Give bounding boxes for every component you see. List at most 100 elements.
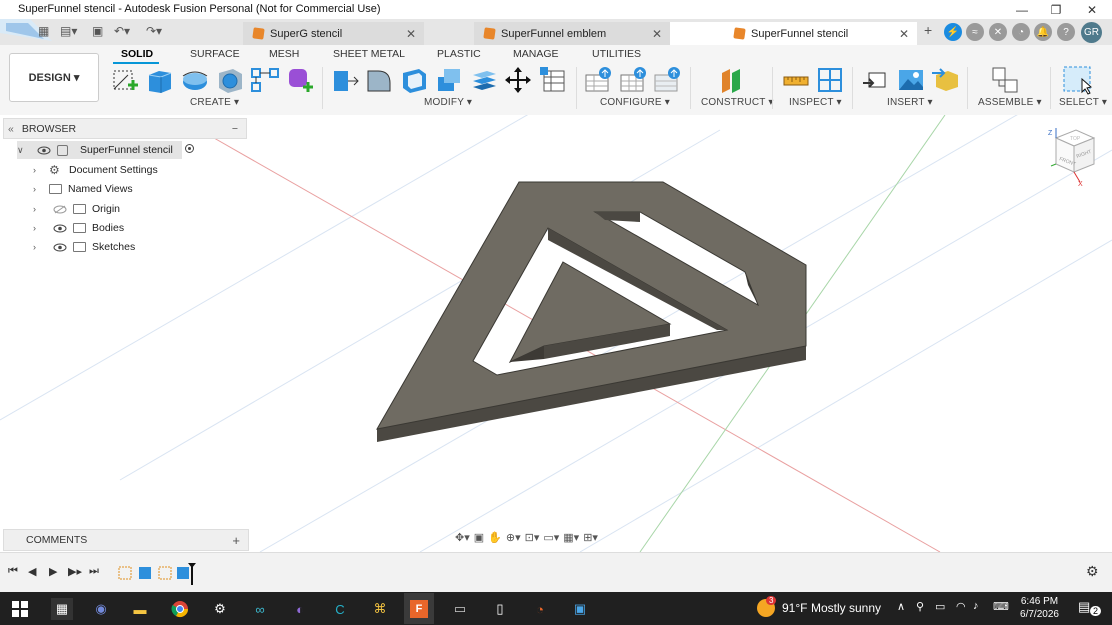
visibility-eye-icon[interactable] — [53, 243, 67, 252]
fit-icon[interactable]: ⊡▾ — [525, 531, 540, 544]
chevron-right-icon[interactable]: › — [33, 184, 45, 194]
timeline-settings-gear-icon[interactable]: ⚙ — [1086, 563, 1099, 580]
tab-superg-stencil[interactable]: SuperG stencil ✕ — [243, 22, 424, 45]
activate-radio-icon[interactable] — [185, 144, 194, 153]
chevron-up-icon[interactable]: ∧ — [897, 600, 905, 613]
offset-plane-icon[interactable] — [716, 65, 746, 95]
browser-item-sketches[interactable]: › Sketches — [33, 238, 135, 256]
job-status-icon[interactable]: ≈ — [966, 23, 984, 41]
grid-menu-icon[interactable]: ▦ — [38, 24, 49, 38]
restore-button[interactable]: ❐ — [1038, 0, 1074, 19]
chrome-icon[interactable] — [169, 598, 191, 620]
press-pull-icon[interactable] — [330, 65, 360, 95]
rectangular-pattern-icon[interactable] — [250, 65, 280, 95]
hole-icon[interactable] — [215, 65, 245, 95]
zoom-icon[interactable]: ⊕▾ — [506, 531, 521, 544]
viewports-icon[interactable]: ⊞▾ — [583, 531, 598, 544]
hidden-eye-icon[interactable] — [53, 205, 67, 214]
tab-plastic[interactable]: PLASTIC — [437, 48, 481, 60]
tab-utilities[interactable]: UTILITIES — [592, 48, 641, 60]
new-component-icon[interactable] — [990, 65, 1020, 95]
user-avatar[interactable]: GR — [1081, 22, 1102, 43]
paint-icon[interactable]: ▣ — [569, 598, 591, 620]
discord-icon[interactable]: ◉ — [90, 598, 112, 620]
volume-icon[interactable]: ♪ — [973, 600, 979, 612]
fusion-app-icon[interactable]: F — [404, 593, 434, 624]
go-to-start-icon[interactable]: ⏮ — [8, 565, 18, 578]
create-sketch-icon[interactable] — [110, 65, 140, 95]
undo-icon[interactable]: ↶▾ — [114, 24, 130, 38]
combine-icon[interactable] — [434, 65, 464, 95]
tab-solid[interactable]: SOLID — [121, 48, 153, 60]
notifications-icon[interactable]: 🔔 — [1034, 23, 1052, 41]
tab-manage[interactable]: MANAGE — [513, 48, 559, 60]
revolve-icon[interactable] — [180, 65, 210, 95]
online-status-icon[interactable]: ◔ — [1012, 23, 1030, 41]
comments-panel[interactable]: COMMENTS + — [3, 529, 249, 551]
browser-item-bodies[interactable]: › Bodies — [33, 219, 124, 237]
display-settings-icon[interactable]: ▭▾ — [543, 531, 559, 544]
chevron-right-icon[interactable]: › — [33, 223, 45, 233]
configure-theme-icon[interactable] — [653, 65, 683, 95]
data-panel-icon[interactable]: ⚡ — [944, 23, 962, 41]
help-icon[interactable]: ? — [1057, 23, 1075, 41]
slicer-icon[interactable]: ◔ — [529, 598, 551, 620]
section-analysis-icon[interactable] — [815, 65, 845, 95]
minimize-button[interactable]: — — [1004, 0, 1040, 19]
timeline-features[interactable] — [117, 563, 199, 585]
parameters-icon[interactable] — [538, 65, 568, 95]
play-icon[interactable]: ▶ — [49, 565, 57, 578]
browser-header[interactable]: « BROWSER − — [3, 118, 247, 139]
tab-mesh[interactable]: MESH — [269, 48, 299, 60]
cura-icon[interactable]: C — [329, 598, 351, 620]
fillet-icon[interactable] — [364, 65, 394, 95]
select-group-label[interactable]: SELECT ▾ — [1059, 97, 1107, 108]
add-comment-icon[interactable]: + — [232, 533, 240, 548]
close-tab-icon[interactable]: ✕ — [652, 27, 662, 41]
system-clock[interactable]: 6:46 PM 6/7/2026 — [1012, 595, 1067, 621]
insert-derive-icon[interactable] — [861, 65, 891, 95]
grid-settings-icon[interactable]: ▦▾ — [563, 531, 579, 544]
tab-superfunnel-stencil[interactable]: SuperFunnel stencil ✕ — [670, 22, 917, 45]
chevron-right-icon[interactable]: › — [33, 204, 45, 214]
go-to-end-icon[interactable]: ⏭ — [89, 565, 99, 578]
minimize-browser-icon[interactable]: − — [232, 123, 238, 135]
browser-item-document-settings[interactable]: › ⚙ Document Settings — [33, 161, 158, 179]
stellarium-icon[interactable]: ◐ — [289, 598, 311, 620]
save-icon[interactable]: ▣ — [92, 24, 103, 38]
move-copy-icon[interactable] — [503, 65, 533, 95]
insert-canvas-icon[interactable] — [896, 65, 926, 95]
insert-mcmaster-icon[interactable] — [930, 65, 960, 95]
assemble-group-label[interactable]: ASSEMBLE ▾ — [978, 97, 1042, 108]
create-form-icon[interactable] — [285, 65, 315, 95]
configure-rule-icon[interactable] — [619, 65, 649, 95]
tab-superfunnel-emblem[interactable]: SuperFunnel emblem ✕ — [474, 22, 670, 45]
arduino-icon[interactable]: ∞ — [249, 598, 271, 620]
battery-icon[interactable]: ▭ — [935, 600, 945, 613]
pan-icon[interactable]: ✋ — [488, 531, 502, 544]
extensions-icon[interactable]: ✕ — [989, 23, 1007, 41]
browser-root-item[interactable]: ∨ SuperFunnel stencil — [17, 141, 182, 159]
close-tab-icon[interactable]: ✕ — [406, 27, 416, 41]
shell-icon[interactable] — [399, 65, 429, 95]
configure-group-label[interactable]: CONFIGURE ▾ — [600, 97, 670, 108]
close-tab-icon[interactable]: ✕ — [899, 27, 909, 41]
workspace-switcher-button[interactable]: DESIGN ▾ — [9, 53, 99, 102]
orbit-icon[interactable]: ✥▾ — [455, 531, 470, 544]
modify-group-label[interactable]: MODIFY ▾ — [424, 97, 472, 108]
step-forward-icon[interactable]: ▶▸ — [68, 565, 82, 578]
close-button[interactable]: ✕ — [1074, 0, 1110, 19]
notepad-icon[interactable]: ▯ — [489, 598, 511, 620]
measure-icon[interactable] — [781, 65, 811, 95]
collapse-browser-icon[interactable]: « — [8, 123, 14, 135]
create-group-label[interactable]: CREATE ▾ — [190, 97, 239, 108]
notification-center-icon[interactable]: ▤ — [1078, 599, 1090, 615]
inspect-group-label[interactable]: INSPECT ▾ — [789, 97, 842, 108]
tab-surface[interactable]: SURFACE — [190, 48, 240, 60]
insert-group-label[interactable]: INSERT ▾ — [887, 97, 933, 108]
chevron-right-icon[interactable]: › — [33, 242, 45, 252]
wifi-icon[interactable]: ◠ — [956, 600, 966, 613]
terminal-icon[interactable]: ▭ — [449, 598, 471, 620]
visibility-eye-icon[interactable] — [53, 224, 67, 233]
chevron-down-icon[interactable]: ∨ — [17, 145, 29, 156]
